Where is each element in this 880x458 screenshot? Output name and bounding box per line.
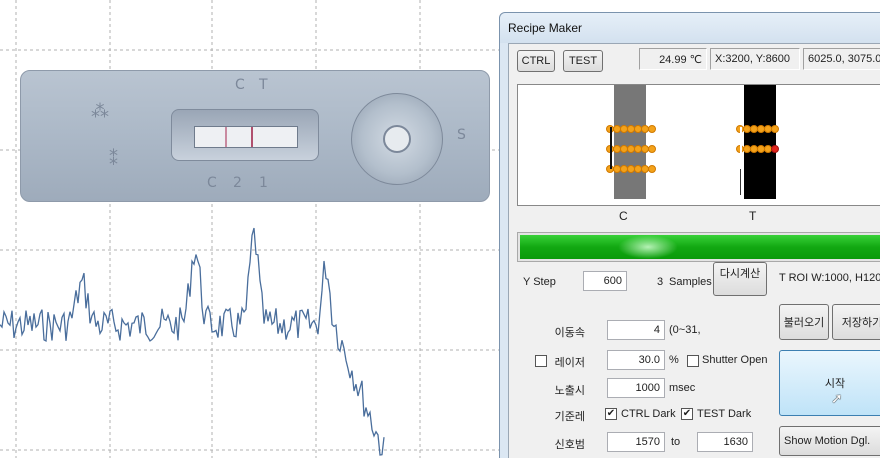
test-button[interactable]: TEST: [563, 50, 603, 72]
scan-progress-glow: [618, 235, 678, 259]
window-title-bar[interactable]: Recipe Maker: [500, 13, 880, 43]
test-dark-checkbox[interactable]: ✔: [681, 408, 693, 420]
strip-logo-mark: ⁂: [91, 101, 109, 122]
test-dots-1: [736, 125, 779, 133]
test-bracket-line-2: [740, 169, 741, 195]
save-button[interactable]: 저장하기: [832, 304, 880, 340]
ctrl-dots-1: [606, 125, 656, 133]
preview-label-t: T: [749, 209, 757, 223]
shutter-label: Shutter Open: [702, 354, 768, 366]
strip-mark-t-top: T: [259, 77, 268, 93]
roi-readout: T ROI W:1000, H120: [779, 272, 880, 284]
exposure-input[interactable]: 1000: [607, 378, 665, 398]
strip-preview: [517, 84, 880, 206]
coords-readout: 6025.0, 3075.0: [803, 48, 880, 70]
strip-mark-2-bottom: 2: [233, 175, 242, 191]
signal-to-input[interactable]: 1630: [697, 432, 753, 452]
recipe-maker-window: Recipe Maker CTRL TEST 24.99 ℃ X:3200, Y…: [499, 12, 880, 458]
mouse-cursor-icon: ➚: [831, 390, 843, 406]
ctrl-band: [606, 85, 656, 199]
signal-range-label: 신호범: [554, 438, 585, 451]
start-button[interactable]: 시작: [779, 350, 880, 416]
ystep-samples-label: Samples: [669, 276, 712, 288]
laser-unit: %: [669, 354, 679, 366]
strip-mark-c-bottom: C: [207, 175, 217, 191]
ystep-samples-value: 3: [657, 276, 664, 288]
recalculate-button[interactable]: 다시계산: [713, 262, 767, 296]
exposure-label: 노출시: [554, 384, 585, 397]
ctrl-button[interactable]: CTRL: [517, 50, 555, 72]
preview-label-c: C: [619, 209, 628, 223]
ctrl-dark-checkbox[interactable]: ✔: [605, 408, 617, 420]
ystep-input[interactable]: 600: [583, 271, 627, 291]
load-button[interactable]: 불러오기: [779, 304, 829, 340]
scan-progress-bar: [517, 232, 880, 262]
signal-plot-area: C T C 2 1 S ⁂ ⁑: [0, 0, 500, 458]
ctrl-dots-3: [606, 165, 656, 173]
laser-input[interactable]: 30.0: [607, 350, 665, 370]
strip-result-window: [171, 109, 319, 161]
test-band: [736, 85, 779, 199]
laser-checkbox[interactable]: [535, 355, 547, 367]
position-readout: X:3200, Y:8600: [710, 48, 800, 70]
strip-mark-c-top: C: [235, 77, 245, 93]
test-bracket-line: [740, 127, 742, 169]
temperature-readout: 24.99 ℃: [639, 48, 707, 70]
strip-sample-well: [351, 93, 443, 185]
strip-logo-mark-2: ⁑: [109, 149, 118, 170]
ctrl-dark-label: CTRL Dark: [621, 408, 676, 420]
strip-mark-s: S: [457, 127, 466, 143]
shutter-checkbox[interactable]: [687, 355, 699, 367]
ctrl-bracket-line: [610, 127, 612, 169]
window-client-area: CTRL TEST 24.99 ℃ X:3200, Y:8600 6025.0,…: [508, 43, 880, 458]
speed-hint: (0~31,: [669, 324, 701, 336]
signal-plot: [0, 0, 500, 458]
speed-input[interactable]: 4: [607, 320, 665, 340]
strip-test-line: [251, 127, 253, 147]
laser-label: 레이저: [554, 356, 585, 369]
strip-membrane: [194, 126, 298, 148]
ystep-label: Y Step: [523, 276, 556, 288]
window-title: Recipe Maker: [508, 21, 583, 35]
signal-trace: [0, 227, 385, 456]
test-dark-label: TEST Dark: [697, 408, 752, 420]
test-strip-image: C T C 2 1 S ⁂ ⁑: [20, 70, 490, 202]
reference-label: 기준레: [554, 410, 585, 423]
exposure-unit: msec: [669, 382, 696, 394]
strip-mark-1-bottom: 1: [259, 175, 268, 191]
show-motion-dialog-button[interactable]: Show Motion Dgl.: [779, 426, 880, 456]
test-dots-2: [736, 145, 779, 153]
signal-to-label: to: [671, 436, 681, 448]
signal-from-input[interactable]: 1570: [607, 432, 665, 452]
speed-label: 이동속: [554, 326, 585, 339]
strip-control-line: [225, 127, 227, 147]
ctrl-dots-2: [606, 145, 656, 153]
scan-progress-fill: [520, 235, 880, 259]
